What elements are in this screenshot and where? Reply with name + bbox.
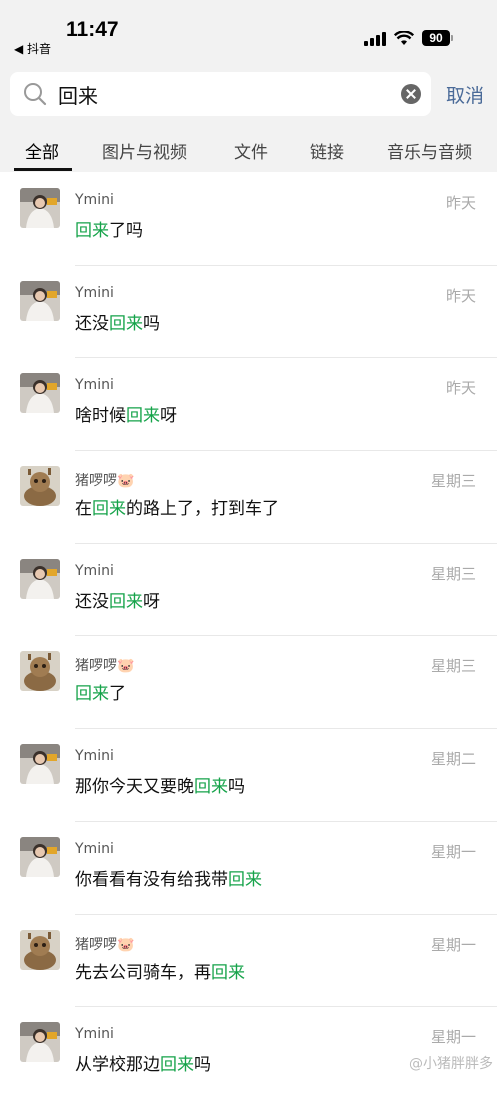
message-text-after: 吗	[143, 313, 160, 334]
sender-name: Ymini	[75, 840, 114, 857]
message-text: 从学校那边回来吗	[75, 1050, 211, 1075]
result-item[interactable]: 猪啰啰🐷 星期一 先去公司骑车，再回来	[0, 913, 497, 1007]
tab-music-audio[interactable]: 音乐与音频	[387, 138, 472, 163]
sender-name: 猪啰啰🐷	[75, 936, 135, 953]
status-icons: 90	[364, 30, 453, 46]
result-item[interactable]: 猪啰啰🐷 星期三 在回来的路上了，打到车了	[0, 450, 497, 543]
avatar[interactable]	[20, 466, 60, 507]
message-text: 那你今天又要晚回来吗	[75, 772, 245, 797]
highlighted-keyword: 回来	[126, 406, 160, 427]
message-date: 星期一	[430, 935, 476, 954]
sender-name: Ymini	[75, 562, 114, 579]
message-text-after: 了吗	[109, 221, 143, 241]
message-date: 星期三	[430, 472, 476, 491]
message-text: 在回来的路上了，打到车了	[75, 494, 279, 519]
sender-name: 猪啰啰🐷	[75, 473, 135, 490]
avatar[interactable]	[20, 558, 60, 599]
message-text-before: 那你今天又要晚	[75, 777, 194, 798]
result-item[interactable]: Ymini 昨天 还没回来吗	[0, 264, 497, 358]
clear-search-icon[interactable]	[401, 84, 421, 104]
message-date: 昨天	[445, 379, 476, 398]
highlighted-keyword: 回来	[75, 221, 109, 241]
result-item[interactable]: Ymini 星期三 还没回来呀	[0, 542, 497, 636]
highlighted-keyword: 回来	[75, 684, 109, 705]
sender-name: Ymini	[75, 192, 114, 208]
result-item[interactable]: Ymini 星期二 那你今天又要晚回来吗	[0, 728, 497, 821]
message-text-after: 的路上了，打到车了	[126, 499, 279, 520]
message-date: 星期三	[430, 657, 476, 676]
back-to-app-link[interactable]: ◀ 抖音	[14, 40, 51, 57]
search-bar[interactable]: 回来	[10, 72, 431, 116]
highlighted-keyword: 回来	[92, 499, 126, 520]
result-item[interactable]: Ymini 星期一 你看看有没有给我带回来	[0, 820, 497, 914]
sender-name: Ymini	[75, 1026, 114, 1043]
filter-tabs: 全部 图片与视频 文件 链接 音乐与音频	[0, 138, 497, 172]
message-text-after: 吗	[194, 1055, 211, 1076]
avatar[interactable]	[20, 744, 60, 785]
message-text-after: 呀	[160, 406, 177, 427]
highlighted-keyword: 回来	[228, 869, 262, 890]
message-date: 星期一	[430, 1028, 476, 1047]
message-text: 还没回来呀	[75, 587, 160, 612]
message-text: 还没回来吗	[75, 309, 160, 334]
message-date: 星期三	[430, 564, 476, 583]
message-date: 星期二	[430, 750, 476, 769]
result-item[interactable]: 猪啰啰🐷 星期三 回来了	[0, 635, 497, 728]
tab-links[interactable]: 链接	[310, 138, 344, 163]
result-item[interactable]: Ymini 昨天 回来了吗	[0, 172, 497, 265]
message-text: 啥时候回来呀	[75, 401, 177, 426]
highlighted-keyword: 回来	[109, 591, 143, 612]
battery-level: 90	[422, 30, 450, 46]
message-text: 回来了	[75, 679, 126, 704]
message-text-after: 呀	[143, 591, 160, 612]
message-text-before: 先去公司骑车，再	[75, 962, 211, 983]
highlighted-keyword: 回来	[211, 962, 245, 983]
status-time: 11:47	[66, 18, 119, 41]
message-text: 先去公司骑车，再回来	[75, 958, 245, 983]
highlighted-keyword: 回来	[109, 313, 143, 334]
message-date: 昨天	[445, 194, 476, 212]
sender-name: Ymini	[75, 377, 114, 394]
battery-icon: 90	[422, 30, 453, 46]
sender-name: Ymini	[75, 748, 114, 765]
message-text-before: 在	[75, 499, 92, 520]
message-text-after: 吗	[228, 777, 245, 798]
avatar[interactable]	[20, 929, 60, 970]
avatar[interactable]	[20, 836, 60, 877]
avatar[interactable]	[20, 373, 60, 414]
tab-files[interactable]: 文件	[234, 138, 268, 163]
highlighted-keyword: 回来	[160, 1055, 194, 1076]
tab-images-videos[interactable]: 图片与视频	[102, 138, 187, 163]
cancel-button[interactable]: 取消	[446, 81, 484, 108]
watermark: @小猪胖胖多	[409, 1056, 493, 1072]
highlighted-keyword: 回来	[194, 777, 228, 798]
avatar[interactable]	[20, 1022, 60, 1063]
message-text-before: 你看看有没有给我带	[75, 869, 228, 890]
search-results-list: Ymini 昨天 回来了吗 Ymini 昨天 还没回来吗 Ymini 昨天 啥时…	[0, 172, 497, 1099]
avatar[interactable]	[20, 651, 60, 692]
search-input[interactable]: 回来	[58, 80, 401, 109]
result-item[interactable]: Ymini 昨天 啥时候回来呀	[0, 357, 497, 450]
header-area: 11:47 ◀ 抖音 90 回来 取消 全部 图片与视频 文件 链接 音乐与音频	[0, 0, 497, 172]
sender-name: Ymini	[75, 284, 114, 301]
avatar[interactable]	[20, 280, 60, 321]
search-icon	[24, 83, 47, 106]
message-text: 你看看有没有给我带回来	[75, 865, 262, 890]
message-text-after: 了	[109, 684, 126, 705]
message-date: 昨天	[445, 286, 476, 305]
active-tab-indicator	[14, 168, 72, 171]
avatar[interactable]	[20, 188, 60, 228]
tab-all[interactable]: 全部	[25, 138, 59, 163]
message-text-before: 啥时候	[75, 406, 126, 427]
sender-name: 猪啰啰🐷	[75, 658, 135, 675]
wifi-icon	[394, 30, 414, 45]
message-text-before: 还没	[75, 591, 109, 612]
message-text: 回来了吗	[75, 216, 143, 241]
message-text-before: 还没	[75, 313, 109, 334]
cellular-signal-icon	[364, 31, 386, 46]
message-date: 星期一	[430, 842, 476, 861]
message-text-before: 从学校那边	[75, 1055, 160, 1076]
